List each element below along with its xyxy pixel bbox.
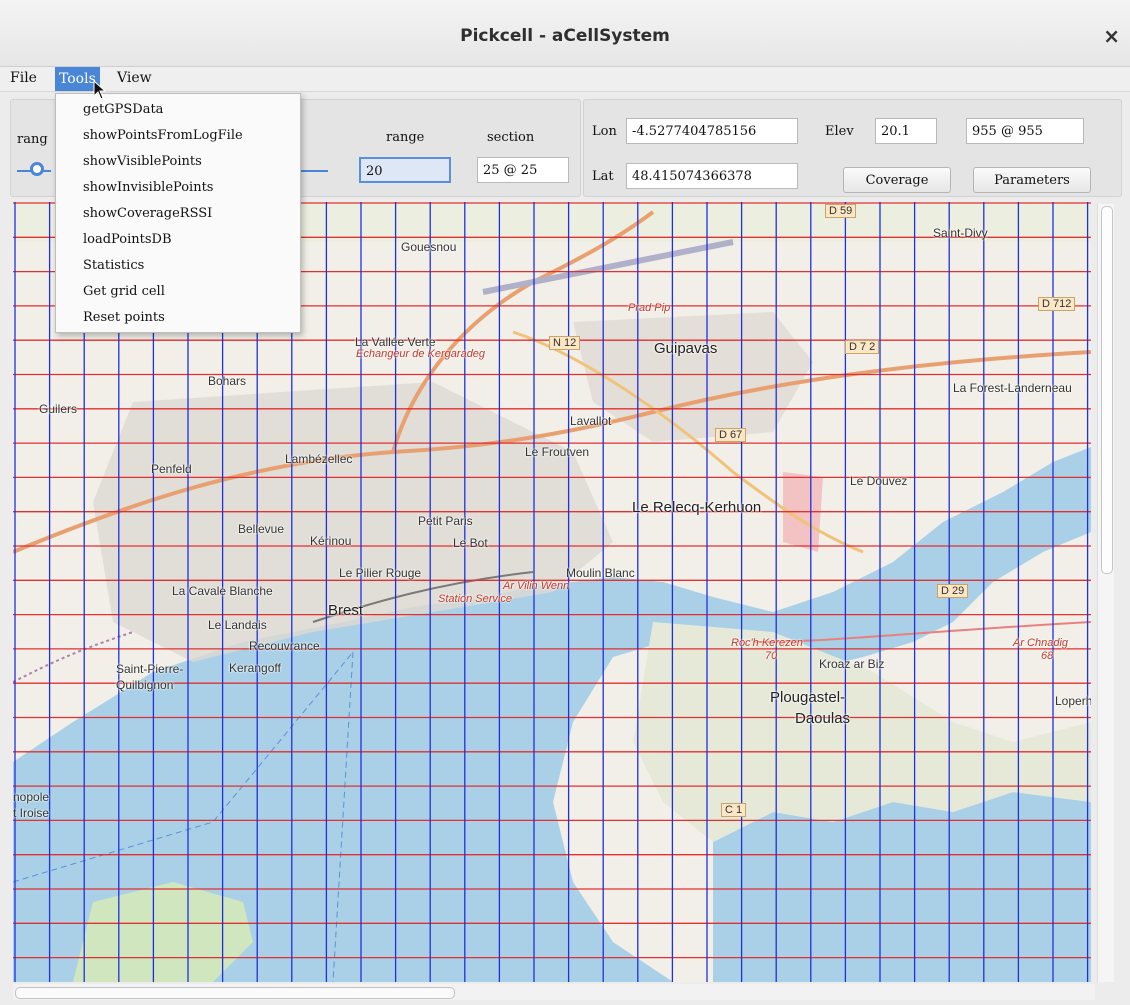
horizontal-scroll-thumb[interactable] [15, 987, 455, 999]
map-label-la-forest: La Forest-Landerneau [953, 381, 1072, 395]
range-slider-knob[interactable] [30, 162, 44, 176]
tools-menu-item[interactable]: showVisiblePoints [83, 150, 202, 174]
tools-menu-item[interactable]: getGPSData [83, 98, 163, 122]
tools-menu-item[interactable]: showPointsFromLogFile [83, 124, 243, 148]
map-label-daoulas: Daoulas [795, 710, 851, 727]
map-label-ar-chnadig: Ar Chnadig [1013, 637, 1069, 649]
parameters-button[interactable]: Parameters [973, 167, 1091, 193]
map-label-d712-b: D 7 2 [845, 340, 880, 354]
horizontal-scrollbar[interactable] [13, 984, 1095, 1000]
range-input[interactable]: 20 [359, 157, 451, 183]
lon-label: Lon [592, 124, 617, 139]
map-label-plougastel: Plougastel- [770, 689, 846, 706]
map-label-bohars: Bohars [208, 374, 247, 388]
map-label-le-landais: Le Landais [208, 618, 267, 632]
map-label-guipavas: Guipavas [654, 340, 718, 357]
map-label-le-douvez: Le Douvez [850, 474, 908, 488]
tools-menu-item[interactable]: showCoverageRSSI [83, 202, 212, 226]
lat-label: Lat [592, 169, 614, 184]
map-label-bellevue: Bellevue [238, 522, 285, 536]
map-label-moulin-blanc: Moulin Blanc [566, 566, 635, 580]
tools-menu-item[interactable]: Get grid cell [83, 280, 165, 304]
map-label-c1: C 1 [721, 803, 747, 817]
map-label-lavallot: Lavallot [570, 414, 612, 428]
map-label-guilers: Guilers [39, 402, 78, 416]
tools-menu-item[interactable]: Statistics [83, 254, 144, 278]
mouse-cursor-icon [93, 80, 107, 100]
map-label-penfeld: Penfeld [151, 462, 192, 476]
map-label-le-bot: Le Bot [453, 536, 488, 550]
map-label-la-vallee-verte: La Vallée Verte [355, 335, 436, 349]
map-label-d29: D 29 [937, 584, 969, 598]
map-label-quilbignon: Quilbignon [116, 678, 174, 692]
lat-input[interactable]: 48.415074366378 [626, 163, 798, 189]
tools-dropdown-menu: getGPSData showPointsFromLogFile showVisib… [55, 93, 301, 333]
map-label-technopole: nopole [13, 790, 50, 804]
lon-input[interactable]: -4.5277404785156 [626, 118, 798, 144]
map-label-lambezellec: Lambézellec [285, 452, 353, 466]
map-label-la-cavale-blanche: La Cavale Blanche [172, 584, 273, 598]
tools-menu-item[interactable]: showInvisiblePoints [83, 176, 213, 200]
map-label-loperhet: Loperh [1055, 694, 1091, 708]
map-label-kroaz-ar-biz: Kroaz ar Biz [819, 657, 885, 671]
map-label-le-relecq: Le Relecq-Kerhuon [632, 499, 762, 516]
map-label-echangeur: Echangeur de Kergaradeg [356, 348, 486, 360]
map-label-le-pilier-rouge: Le Pilier Rouge [339, 566, 422, 580]
menu-file[interactable]: File [6, 70, 41, 86]
map-label-gouesnou: Gouesnou [401, 240, 457, 254]
coverage-button[interactable]: Coverage [843, 167, 951, 193]
map-label-kerinou: Kérinou [310, 534, 352, 548]
map-label-d59: D 59 [825, 204, 857, 218]
range-label-left: rang [17, 132, 48, 147]
map-label-petit-paris: Petit Paris [418, 514, 473, 528]
map-label-prad-pip: Prad Pip [628, 302, 671, 314]
cell-input[interactable]: 955 @ 955 [966, 118, 1084, 144]
map-label-station-service: Station Service [438, 593, 512, 605]
tools-menu-item[interactable]: Reset points [83, 306, 165, 330]
map-label-le-froutven: Le Froutven [525, 445, 590, 459]
range-label: range [386, 130, 425, 145]
close-icon[interactable]: × [1103, 24, 1120, 48]
map-label-saint-divy: Saint-Divy [933, 226, 988, 240]
airport-runway [482, 239, 734, 295]
map-label-brest: Brest [328, 602, 364, 619]
map-label-ar-vilin: Ar Vilin Wenn [503, 580, 570, 592]
menu-bar: File Tools View [0, 67, 1130, 92]
menu-view[interactable]: View [113, 70, 156, 86]
tools-menu-item[interactable]: loadPointsDB [83, 228, 172, 252]
elev-label: Elev [825, 124, 854, 139]
title-bar: Pickcell - aCellSystem × [0, 0, 1130, 67]
map-label-d67: D 67 [715, 428, 747, 442]
map-label-d712: D 712 [1038, 297, 1076, 311]
map-label-n12: N 12 [549, 336, 581, 350]
map-label-70: 70 [765, 650, 778, 662]
map-label-roch-kerezen: Roc'h Kerezen [731, 637, 803, 649]
elev-input[interactable]: 20.1 [875, 118, 937, 144]
map-label-68: 68 [1041, 650, 1054, 662]
map-label-recouvrance: Recouvrance [249, 639, 320, 653]
map-label-kerangoff: Kerangoff [229, 661, 281, 675]
vertical-scroll-thumb[interactable] [1101, 206, 1113, 574]
range-slider-track-right[interactable] [300, 170, 328, 172]
window-title: Pickcell - aCellSystem [460, 26, 670, 46]
section-input[interactable]: 25 @ 25 [477, 157, 569, 183]
boundary [13, 631, 134, 683]
map-label-saint-pierre: Saint-Pierre- [116, 662, 184, 676]
vertical-scrollbar[interactable] [1097, 204, 1114, 982]
map-label-iroise: t Iroise [13, 806, 50, 820]
section-label: section [487, 130, 535, 145]
